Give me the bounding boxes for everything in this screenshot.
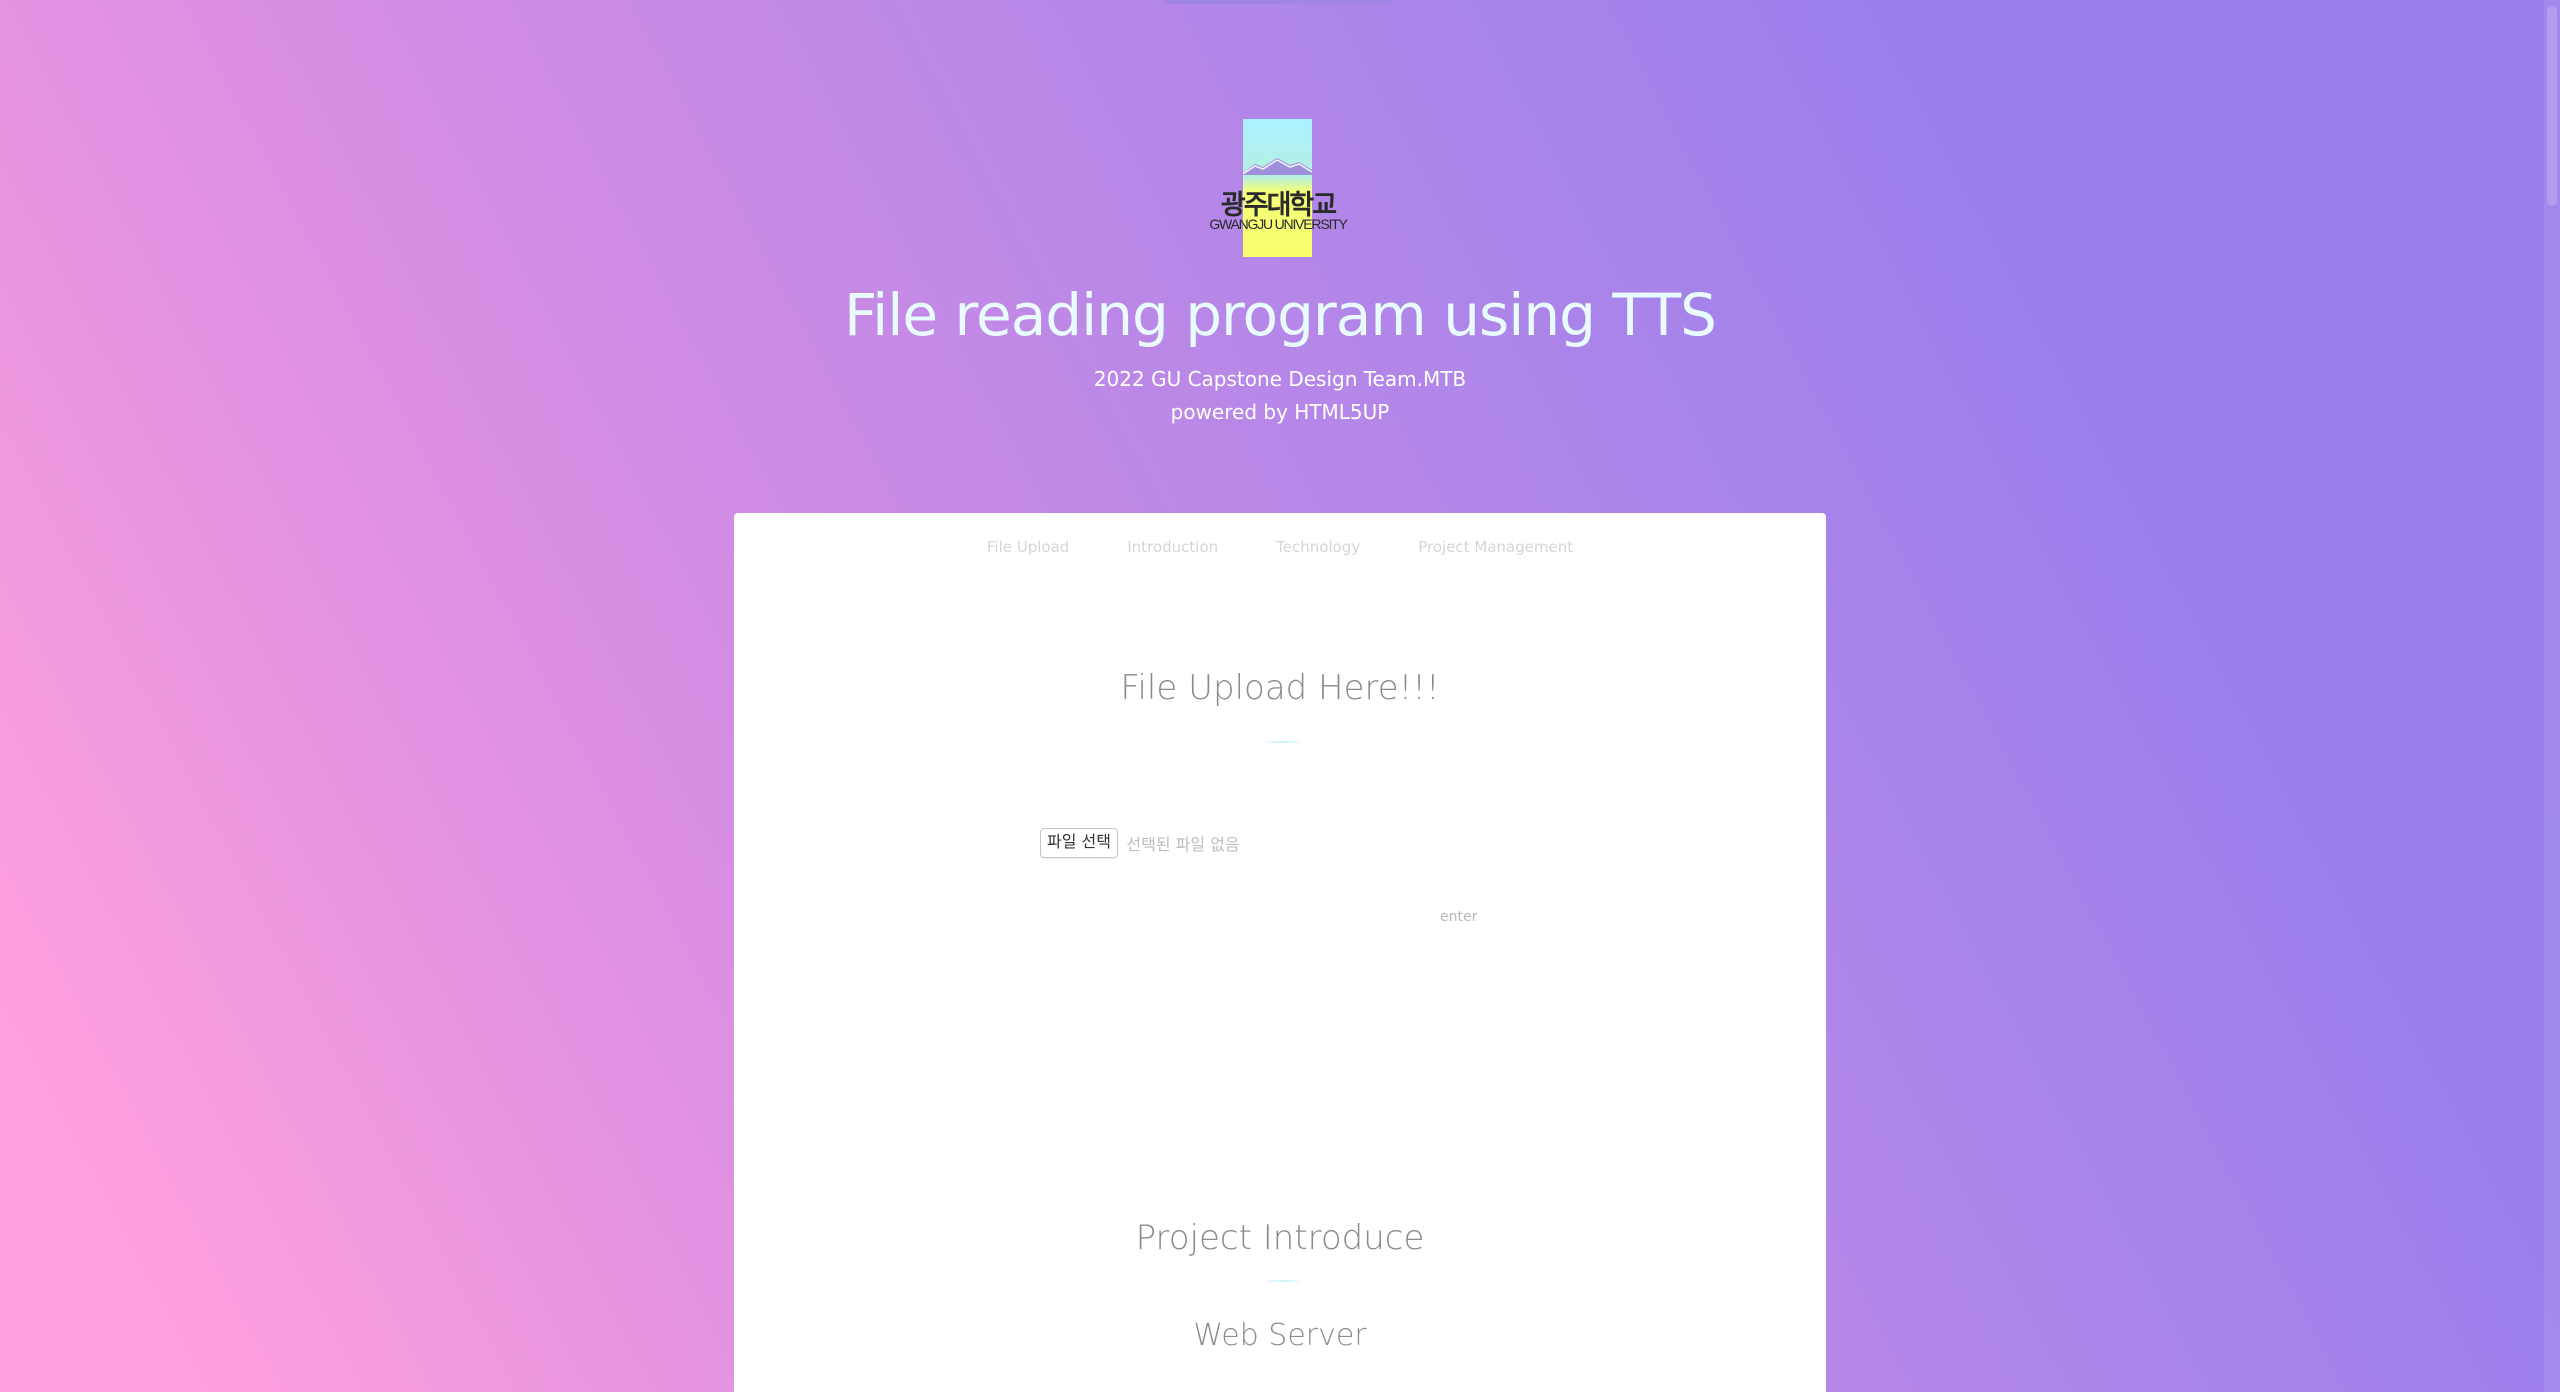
- scrollbar-thumb[interactable]: [2547, 6, 2557, 206]
- page-header: 광주대학교 GWANGJU UNIVERSITY File reading pr…: [0, 0, 2544, 460]
- enter-button[interactable]: enter: [1440, 909, 1477, 925]
- section-nav: File Upload Introduction Technology Proj…: [734, 538, 1826, 556]
- page-scrollbar[interactable]: [2544, 0, 2560, 1392]
- subtitle-powered-by: powered by HTML5UP: [1170, 400, 1390, 424]
- no-file-selected-text: 선택된 파일 없음: [1126, 835, 1240, 854]
- logo-english-text: GWANGJU UNIVERSITY: [1209, 216, 1348, 232]
- web-server-heading: Web Server: [1193, 1318, 1367, 1353]
- choose-file-button[interactable]: 파일 선택: [1040, 828, 1118, 858]
- university-logo[interactable]: 광주대학교 GWANGJU UNIVERSITY: [1208, 119, 1348, 257]
- subtitle-team: 2022 GU Capstone Design Team.MTB: [1093, 367, 1467, 391]
- site-title: File reading program using TTS: [843, 281, 1717, 349]
- section-divider: [1266, 741, 1300, 743]
- mountain-icon: [1243, 158, 1312, 175]
- section-divider: [1266, 1280, 1300, 1282]
- nav-item-technology[interactable]: Technology: [1276, 538, 1360, 556]
- file-input[interactable]: 파일 선택 선택된 파일 없음: [1040, 828, 1240, 858]
- intro-section-title: Project Introduce: [1135, 1218, 1425, 1258]
- nav-item-introduction[interactable]: Introduction: [1127, 538, 1218, 556]
- main-content-panel: File Upload Introduction Technology Proj…: [734, 513, 1826, 1392]
- nav-item-file-upload[interactable]: File Upload: [987, 538, 1069, 556]
- nav-item-project-management[interactable]: Project Management: [1418, 538, 1573, 556]
- upload-section-title: File Upload Here!!!: [1120, 668, 1440, 708]
